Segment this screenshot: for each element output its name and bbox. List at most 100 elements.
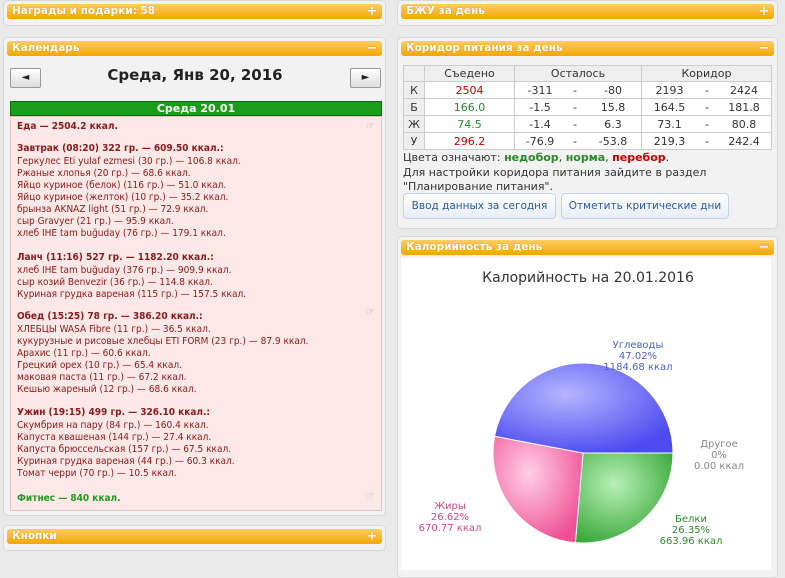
- protein-label-percent: 26.35%: [672, 525, 710, 536]
- meal-header[interactable]: Обед (15:25) 78 гр. — 386.20 ккал.:: [17, 311, 203, 322]
- dash: -: [697, 98, 717, 116]
- food-item[interactable]: хлеб IHE tam buğuday (376 гр.) — 909.9 к…: [17, 265, 232, 276]
- bju-header[interactable]: БЖУ за день +: [401, 4, 774, 19]
- meal-header[interactable]: Ланч (11:16) 527 гр. — 1182.20 ккал.:: [17, 252, 214, 263]
- awards-header[interactable]: Награды и подарки: 58 +: [7, 4, 382, 19]
- row-key: У: [403, 132, 425, 150]
- food-item[interactable]: Куриная грудка вареная (44 гр.) — 60.3 к…: [17, 456, 235, 467]
- food-item[interactable]: Ржаные хлопья (20 гр.) — 68.6 ккал.: [17, 168, 191, 179]
- calories-chart: Калорийность на 20.01.2016 Углеводы 47.0…: [401, 258, 771, 570]
- calendar-title: Календарь: [12, 42, 80, 54]
- dash: -: [565, 81, 585, 99]
- calories-title: Калорийность за день: [406, 241, 543, 253]
- table-row: Б 166.0 -1.5 - 15.8 164.5 - 181.8: [403, 98, 772, 116]
- other-label-percent: 0%: [711, 450, 727, 461]
- dash: -: [565, 115, 585, 133]
- enter-today-button[interactable]: Ввод данных за сегодня: [403, 193, 556, 219]
- food-item[interactable]: Куриная грудка вареная (115 гр.) — 157.5…: [17, 289, 246, 300]
- corridor-min: 73.1: [641, 115, 697, 133]
- food-item[interactable]: Капуста брюссельская (157 гр.) — 67.5 кк…: [17, 444, 231, 455]
- corridor-header[interactable]: Коридор питания за день −: [401, 41, 774, 56]
- food-item[interactable]: маковая паста (11 гр.) — 67.2 ккал.: [17, 372, 186, 383]
- corridor-min: 2193: [641, 81, 697, 99]
- buttons-expand-button[interactable]: +: [366, 529, 378, 544]
- meal-header[interactable]: Завтрак (08:20) 322 гр. — 609.50 ккал.:: [17, 143, 224, 154]
- day-bar[interactable]: Среда 20.01: [10, 101, 382, 116]
- fat-label-name: Жиры: [434, 501, 466, 512]
- table-row: Ж 74.5 -1.4 - 6.3 73.1 - 80.8: [403, 115, 772, 133]
- row-key: Б: [403, 98, 425, 116]
- protein-slice[interactable]: [574, 452, 674, 544]
- bju-expand-button[interactable]: +: [758, 4, 770, 19]
- next-day-button[interactable]: ►: [350, 68, 381, 88]
- dash: -: [697, 115, 717, 133]
- fat-label-kcal: 670.77 ккал: [419, 523, 482, 534]
- dash: -: [697, 132, 717, 150]
- food-item[interactable]: Капуста квашеная (144 гр.) — 27.4 ккал.: [17, 432, 211, 443]
- hand-icon[interactable]: ☞: [366, 121, 375, 132]
- remaining-min: -1.4: [514, 115, 565, 133]
- food-item[interactable]: кукурузные и рисовые хлебцы ETI FORM (23…: [17, 336, 308, 347]
- food-item[interactable]: сыр козий Benvezir (36 гр.) — 114.8 ккал…: [17, 277, 213, 288]
- eaten-value: 296.2: [424, 132, 515, 150]
- food-item[interactable]: брынза AKNAZ light (51 гр.) — 72.9 ккал.: [17, 204, 208, 215]
- food-item[interactable]: Скумбрия на пару (84 гр.) — 160.4 ккал.: [17, 420, 209, 431]
- corridor-note-line2: "Планирование питания".: [403, 180, 553, 193]
- buttons-widget: Кнопки +: [3, 525, 386, 551]
- column-header: Съедено: [424, 65, 515, 82]
- calories-header[interactable]: Калорийность за день −: [401, 240, 774, 255]
- legend-sep: ,: [558, 151, 566, 164]
- corridor-title: Коридор питания за день: [406, 42, 563, 54]
- food-item[interactable]: Яйцо куриное (белок) (116 гр.) — 51.0 кк…: [17, 180, 226, 191]
- remaining-min: -76.9: [514, 132, 565, 150]
- food-item[interactable]: Арахис (11 гр.) — 60.6 ккал.: [17, 348, 151, 359]
- food-total[interactable]: Еда — 2504.2 ккал.: [17, 121, 118, 132]
- mark-critical-days-button[interactable]: Отметить критические дни: [561, 193, 729, 219]
- awards-title: Награды и подарки: 58: [12, 5, 156, 17]
- legend-over: перебор: [612, 151, 666, 164]
- fitness-total[interactable]: Фитнес — 840 ккал.: [17, 493, 121, 504]
- buttons-title: Кнопки: [12, 530, 57, 542]
- food-item[interactable]: Томат черри (70 гр.) — 10.5 ккал.: [17, 468, 177, 479]
- calories-collapse-button[interactable]: −: [758, 240, 770, 255]
- corridor-note-line1: Для настройки коридора питания зайдите в…: [403, 166, 707, 179]
- bju-title: БЖУ за день: [406, 5, 485, 17]
- prev-day-button[interactable]: ◄: [10, 68, 41, 88]
- legend-norm: норма: [565, 151, 606, 164]
- food-item[interactable]: Яйцо куриное (желток) (10 гр.) — 35.2 кк…: [17, 192, 228, 203]
- food-item[interactable]: хлеб IHE tam buğuday (76 гр.) — 179.1 кк…: [17, 228, 226, 239]
- hand-icon[interactable]: ☞: [366, 307, 375, 318]
- dash: -: [565, 98, 585, 116]
- corridor-table: Съедено Осталось Коридор К 2504 -311 - -…: [403, 65, 772, 150]
- other-label-name: Другое: [700, 439, 738, 450]
- legend-under: недобор: [504, 151, 559, 164]
- corridor-collapse-button[interactable]: −: [758, 41, 770, 56]
- remaining-max: 6.3: [585, 115, 642, 133]
- table-row: У 296.2 -76.9 - -53.8 219.3 - 242.4: [403, 132, 772, 150]
- bju-widget: БЖУ за день +: [397, 0, 778, 26]
- hand-icon[interactable]: ☞: [366, 491, 375, 502]
- calendar-header[interactable]: Календарь −: [7, 41, 382, 56]
- carbs-label-percent: 47.02%: [619, 351, 657, 362]
- food-item[interactable]: Геркулес Eti yulaf ezmesi (30 гр.) — 106…: [17, 156, 241, 167]
- corridor-min: 164.5: [641, 98, 697, 116]
- carbs-label-name: Углеводы: [613, 340, 664, 351]
- protein-label-kcal: 663.96 ккал: [660, 536, 723, 547]
- food-item[interactable]: Кешью жареный (12 гр.) — 68.6 ккал.: [17, 384, 197, 395]
- food-item[interactable]: сыр Gravyer (21 гр.) — 95.9 ккал.: [17, 216, 174, 227]
- other-label-kcal: 0.00 ккал: [694, 461, 744, 472]
- column-header: Осталось: [514, 65, 642, 82]
- fat-slice[interactable]: [492, 435, 584, 544]
- meal-header[interactable]: Ужин (19:15) 499 гр. — 326.10 ккал.:: [17, 407, 210, 418]
- dash: -: [565, 132, 585, 150]
- awards-expand-button[interactable]: +: [366, 4, 378, 19]
- food-item[interactable]: Грецкий орех (10 гр.) — 65.4 ккал.: [17, 360, 182, 371]
- table-row: К 2504 -311 - -80 2193 - 2424: [403, 81, 772, 99]
- legend-end: .: [665, 151, 670, 164]
- calendar-collapse-button[interactable]: −: [366, 41, 378, 56]
- corridor-max: 181.8: [717, 98, 772, 116]
- food-item[interactable]: ХЛЕБЦЫ WASA Fibre (11 гр.) — 36.5 ккал.: [17, 324, 211, 335]
- buttons-header[interactable]: Кнопки +: [7, 529, 382, 544]
- row-key: К: [403, 81, 425, 99]
- carbs-slice[interactable]: [493, 362, 674, 454]
